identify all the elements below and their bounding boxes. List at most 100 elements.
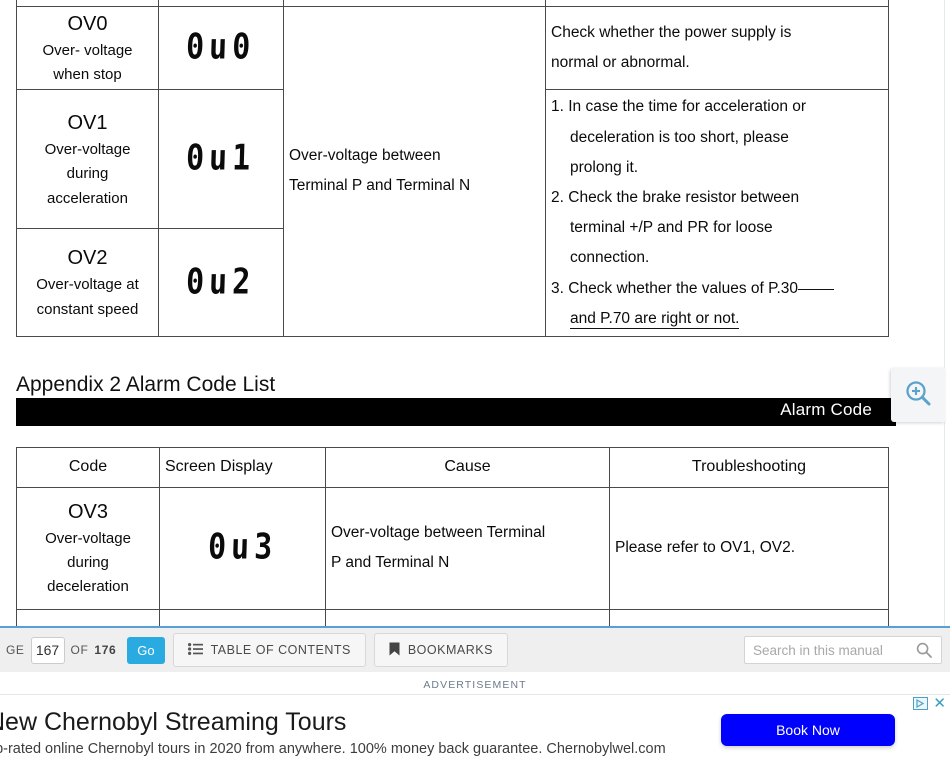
alarm-code-band-label: Alarm Code bbox=[780, 400, 872, 419]
cell-screen-ov1: 0u1 bbox=[158, 89, 284, 230]
advertisement-zone: ADVERTISEMENT New Chernobyl Streaming To… bbox=[0, 672, 950, 770]
zoom-in-magnifier-icon bbox=[903, 378, 933, 413]
code-sub-label: deceleration bbox=[22, 0, 153, 4]
code-label: OV0 bbox=[67, 12, 108, 35]
seven-segment-display: 0u3 bbox=[207, 526, 278, 569]
ad-headline[interactable]: New Chernobyl Streaming Tours bbox=[0, 708, 346, 737]
bookmark-icon bbox=[389, 642, 400, 659]
cell-trouble-ov1: 1. In case the time for acceleration or … bbox=[545, 89, 889, 338]
advertisement-banner[interactable]: New Chernobyl Streaming Tours op-rated o… bbox=[0, 694, 950, 770]
list-icon bbox=[187, 642, 203, 658]
annotation-underline bbox=[798, 288, 835, 290]
cell-code-ov0: OV0 Over- voltage when stop bbox=[16, 5, 159, 91]
table-row-clipped-bottom bbox=[16, 608, 889, 626]
column-header-screen-display: Screen Display bbox=[159, 447, 326, 488]
alarm-code-table: Code Screen Display Cause Troubleshootin… bbox=[16, 447, 889, 626]
search-box[interactable] bbox=[744, 636, 942, 664]
item-line: and P.70 are right or not. bbox=[570, 309, 740, 329]
close-icon[interactable]: ✕ bbox=[933, 696, 946, 711]
bookmarks-label: BOOKMARKS bbox=[407, 643, 493, 657]
item-line: In case the time for acceleration or bbox=[568, 98, 807, 116]
cell-screen-ov3: 0u3 bbox=[159, 486, 326, 610]
list-item: 1. In case the time for acceleration or … bbox=[551, 92, 883, 183]
app-root: deceleration OV0 Over- voltage when stop… bbox=[0, 0, 950, 770]
list-item: 2. Check the brake resistor between term… bbox=[551, 183, 883, 274]
search-input[interactable] bbox=[745, 637, 910, 663]
item-line: Check whether the values of P.30 bbox=[568, 279, 799, 297]
item-number: 1. bbox=[551, 98, 564, 116]
cell-code-ov1: OV1 Over-voltage during acceleration bbox=[16, 89, 159, 230]
troubleshooting-list: 1. In case the time for acceleration or … bbox=[551, 92, 883, 334]
table-header-row: Code Screen Display Cause Troubleshootin… bbox=[16, 447, 889, 488]
item-line: Check the brake resistor between bbox=[568, 189, 800, 207]
ad-subtext: op-rated online Chernobyl tours in 2020 … bbox=[0, 741, 666, 757]
cell-screen-ov2: 0u2 bbox=[158, 228, 284, 338]
list-item: 3. Check whether the values of P.30 and … bbox=[551, 274, 883, 334]
trouble-line-1: Check whether the power supply is bbox=[551, 23, 792, 41]
total-pages-label: 176 bbox=[94, 643, 117, 657]
book-now-button[interactable]: Book Now bbox=[721, 714, 895, 746]
cell-cause-ov3: Over-voltage between Terminal P and Term… bbox=[325, 486, 610, 610]
cause-line-2: P and Terminal N bbox=[331, 554, 450, 572]
adchoices-icon[interactable] bbox=[913, 697, 928, 715]
cell-trouble-ov3: Please refer to OV1, OV2. bbox=[609, 486, 889, 610]
document-viewport[interactable]: deceleration OV0 Over- voltage when stop… bbox=[0, 0, 950, 626]
code-sub-label: Over-voltage bbox=[44, 140, 131, 158]
item-number: 3. bbox=[551, 279, 564, 297]
viewer-toolbar: GE OF 176 Go TABLE OF CONTENTS bbox=[0, 626, 950, 672]
page-number-input[interactable] bbox=[30, 636, 65, 664]
column-header-code: Code bbox=[16, 447, 160, 488]
code-label: OV1 bbox=[67, 111, 108, 134]
trouble-text: Please refer to OV1, OV2. bbox=[615, 539, 796, 557]
code-sub-label: deceleration bbox=[47, 578, 129, 596]
item-line: prolong it. bbox=[570, 158, 639, 176]
code-label: OV2 bbox=[67, 247, 108, 270]
item-line: deceleration is too short, please bbox=[570, 128, 789, 146]
alarm-code-band: Alarm Code bbox=[16, 398, 896, 426]
of-label: OF bbox=[70, 643, 89, 657]
column-header-cause: Cause bbox=[325, 447, 610, 488]
code-sub-label: Over- voltage bbox=[42, 41, 133, 59]
appendix-heading: Appendix 2 Alarm Code List bbox=[16, 373, 276, 396]
cell-code-next bbox=[16, 608, 160, 626]
advertisement-label: ADVERTISEMENT bbox=[423, 679, 527, 691]
table-row: OV3 Over-voltage during deceleration 0u3… bbox=[16, 486, 889, 610]
code-sub-label: Over-voltage at bbox=[36, 276, 139, 294]
item-line: connection. bbox=[570, 249, 650, 267]
code-sub-label: Over-voltage bbox=[45, 529, 131, 547]
go-button[interactable]: Go bbox=[127, 636, 165, 664]
search-icon[interactable] bbox=[910, 637, 938, 663]
cause-line-1: Over-voltage between Terminal bbox=[331, 524, 546, 542]
cell-trouble-ov0: Check whether the power supply is normal… bbox=[545, 5, 889, 91]
toolbar-left-group: GE OF 176 Go TABLE OF CONTENTS bbox=[0, 627, 508, 673]
code-sub-label: during bbox=[67, 554, 109, 572]
page-label: GE bbox=[6, 643, 25, 657]
cell-cause-next bbox=[325, 608, 610, 626]
seven-segment-display: 0u1 bbox=[185, 137, 257, 180]
table-of-contents-label: TABLE OF CONTENTS bbox=[210, 643, 351, 657]
cell-trouble-next bbox=[609, 608, 889, 626]
fault-code-table: deceleration OV0 Over- voltage when stop… bbox=[16, 0, 889, 338]
bookmarks-button[interactable]: BOOKMARKS bbox=[373, 633, 508, 667]
cell-cause-shared: Over-voltage between Terminal P and Term… bbox=[283, 5, 546, 338]
seven-segment-display: 0u0 bbox=[185, 26, 257, 68]
cause-line-2: Terminal P and Terminal N bbox=[289, 177, 471, 195]
item-number: 2. bbox=[551, 189, 564, 207]
code-label: OV3 bbox=[67, 500, 109, 523]
page-edge-divider bbox=[944, 0, 945, 626]
code-sub-label: when stop bbox=[53, 66, 122, 84]
item-line: terminal +/P and PR for loose bbox=[570, 219, 773, 237]
cause-line-1: Over-voltage between bbox=[289, 147, 441, 165]
table-row: OV0 Over- voltage when stop 0u0 Over-vol… bbox=[16, 5, 889, 338]
zoom-in-button[interactable] bbox=[891, 368, 945, 422]
code-sub-label: constant speed bbox=[36, 300, 139, 318]
trouble-line-2: normal or abnormal. bbox=[551, 54, 690, 72]
seven-segment-display: 0u2 bbox=[185, 261, 257, 303]
table-of-contents-button[interactable]: TABLE OF CONTENTS bbox=[172, 633, 366, 667]
toolbar-right-group bbox=[744, 636, 950, 664]
cell-screen-ov0: 0u0 bbox=[158, 5, 284, 91]
code-sub-label: acceleration bbox=[47, 189, 128, 207]
cell-screen-next bbox=[159, 608, 326, 626]
column-header-troubleshooting: Troubleshooting bbox=[609, 447, 889, 488]
code-sub-label: during bbox=[66, 165, 109, 183]
